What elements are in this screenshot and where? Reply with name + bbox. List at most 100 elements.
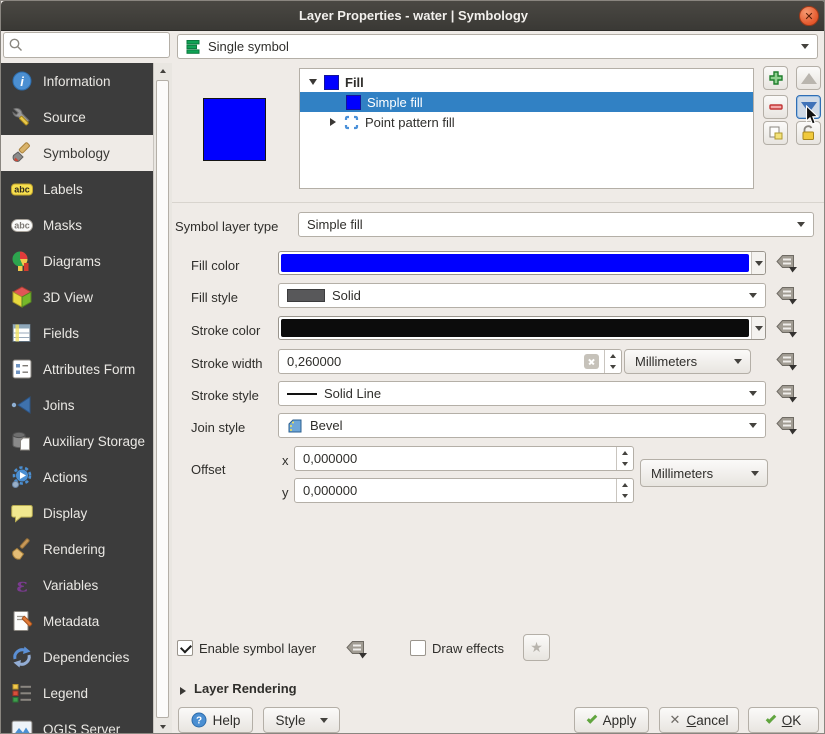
offset-y-spinner[interactable]	[616, 479, 633, 502]
renderer-combo[interactable]: Single symbol	[177, 34, 818, 59]
stroke-color-button[interactable]	[278, 316, 766, 340]
svg-text:ε: ε	[16, 575, 28, 597]
chevron-down-icon	[751, 471, 759, 476]
fill-style-combo[interactable]: Solid	[278, 283, 766, 308]
move-up-button	[796, 66, 821, 90]
sidebar-scrollbar[interactable]	[153, 63, 172, 734]
minus-icon	[768, 99, 784, 115]
sidebar-item-information[interactable]: i Information	[1, 63, 153, 99]
stroke-style-combo[interactable]: Solid Line	[278, 381, 766, 406]
sidebar-item-auxiliary-storage[interactable]: Auxiliary Storage	[1, 423, 153, 459]
offset-x-input[interactable]: 0,000000	[294, 446, 634, 471]
fill-color-dropdown[interactable]	[751, 252, 765, 274]
stroke-color-override-button[interactable]	[774, 318, 798, 338]
join-style-override-button[interactable]	[774, 415, 798, 435]
collapse-caret-icon[interactable]	[328, 118, 338, 126]
database-icon	[10, 429, 34, 453]
fill-style-override-button[interactable]	[774, 285, 798, 305]
sidebar-item-3d-view[interactable]: 3D View	[1, 279, 153, 315]
close-icon[interactable]: ✕	[799, 6, 819, 26]
titlebar[interactable]: Layer Properties - water | Symbology ✕	[1, 1, 825, 31]
help-button[interactable]: ? Help	[178, 707, 253, 733]
epsilon-icon: ε	[10, 573, 34, 597]
sidebar-item-variables[interactable]: ε Variables	[1, 567, 153, 603]
stroke-width-unit-combo[interactable]: Millimeters	[624, 349, 751, 374]
sidebar-item-qgis-server[interactable]: QGIS Server	[1, 711, 153, 734]
sidebar-item-joins[interactable]: Joins	[1, 387, 153, 423]
simple-fill-icon	[346, 95, 361, 110]
symbol-layer-type-combo[interactable]: Simple fill	[298, 212, 814, 237]
sidebar-item-legend[interactable]: Legend	[1, 675, 153, 711]
stroke-color-label: Stroke color	[191, 323, 260, 338]
clear-value-icon[interactable]	[584, 354, 599, 369]
remove-symbol-layer-button[interactable]	[763, 95, 788, 119]
cube-icon	[10, 285, 34, 309]
enable-layer-override-button[interactable]	[344, 639, 368, 659]
sidebar-item-display[interactable]: Display	[1, 495, 153, 531]
ok-button[interactable]: OK	[748, 707, 819, 733]
help-icon: ?	[191, 712, 207, 728]
offset-x-spinner[interactable]	[616, 447, 633, 470]
tree-item-simple-fill[interactable]: Simple fill	[300, 92, 753, 112]
stroke-width-spinner[interactable]	[604, 350, 621, 373]
chevron-down-icon	[801, 44, 809, 49]
sidebar-item-masks[interactable]: abc Masks	[1, 207, 153, 243]
stroke-width-label: Stroke width	[191, 356, 263, 371]
sidebar-item-dependencies[interactable]: Dependencies	[1, 639, 153, 675]
sidebar-item-source[interactable]: Source	[1, 99, 153, 135]
sidebar-item-symbology[interactable]: Symbology	[1, 135, 153, 171]
point-pattern-fill-icon	[344, 115, 359, 130]
table-icon	[10, 321, 34, 345]
document-pencil-icon	[10, 609, 34, 633]
fill-style-swatch	[287, 289, 325, 302]
cancel-button[interactable]: ✕ Cancel	[659, 707, 739, 733]
layer-rendering-header[interactable]: Layer Rendering	[194, 681, 297, 696]
layer-properties-dialog: Layer Properties - water | Symbology ✕ S…	[0, 0, 825, 734]
tree-item-fill[interactable]: Fill	[300, 72, 753, 92]
svg-text:i: i	[20, 74, 24, 89]
scrollbar-thumb[interactable]	[156, 80, 169, 718]
layer-rendering-caret-icon[interactable]	[180, 687, 186, 695]
fill-style-label: Fill style	[191, 290, 238, 305]
sidebar-item-diagrams[interactable]: Diagrams	[1, 243, 153, 279]
sidebar-item-metadata[interactable]: Metadata	[1, 603, 153, 639]
fill-color-button[interactable]	[278, 251, 766, 275]
gear-play-icon	[10, 465, 34, 489]
offset-y-input[interactable]: 0,000000	[294, 478, 634, 503]
scroll-down-button[interactable]	[154, 719, 172, 734]
draw-effects-checkbox[interactable]	[410, 640, 426, 656]
x-icon: ✕	[670, 712, 681, 728]
sidebar-item-attributes-form[interactable]: Attributes Form	[1, 351, 153, 387]
chevron-down-icon	[734, 359, 742, 364]
draw-effects-label: Draw effects	[432, 641, 504, 656]
duplicate-symbol-layer-button[interactable]	[763, 121, 788, 145]
expand-caret-icon[interactable]	[308, 79, 318, 85]
stroke-style-override-button[interactable]	[774, 383, 798, 403]
offset-x-label: x	[282, 453, 289, 468]
fill-color-override-button[interactable]	[774, 253, 798, 273]
offset-unit-combo[interactable]: Millimeters	[640, 459, 768, 487]
sidebar-item-rendering[interactable]: Rendering	[1, 531, 153, 567]
stroke-width-input[interactable]: 0,260000	[278, 349, 622, 374]
symbol-preview	[203, 98, 266, 161]
pie-chart-icon	[10, 249, 34, 273]
stroke-color-dropdown[interactable]	[751, 317, 765, 339]
data-defined-override-icon	[775, 319, 798, 338]
chevron-down-icon	[797, 222, 805, 227]
add-symbol-layer-button[interactable]	[763, 66, 788, 90]
join-style-combo[interactable]: Bevel	[278, 413, 766, 438]
data-defined-override-icon	[775, 352, 798, 371]
apply-button[interactable]: Apply	[574, 707, 649, 733]
enable-symbol-layer-label: Enable symbol layer	[199, 641, 316, 656]
search-input[interactable]	[24, 38, 165, 53]
enable-symbol-layer-checkbox[interactable]	[177, 640, 193, 656]
sidebar-item-actions[interactable]: Actions	[1, 459, 153, 495]
scroll-up-button[interactable]	[154, 63, 172, 79]
sidebar-item-labels[interactable]: abc Labels	[1, 171, 153, 207]
tree-item-point-pattern-fill[interactable]: Point pattern fill	[300, 112, 753, 132]
stroke-width-override-button[interactable]	[774, 351, 798, 371]
style-button[interactable]: Style	[263, 707, 340, 733]
single-symbol-icon	[186, 39, 201, 55]
wrench-icon	[10, 105, 34, 129]
sidebar-item-fields[interactable]: Fields	[1, 315, 153, 351]
